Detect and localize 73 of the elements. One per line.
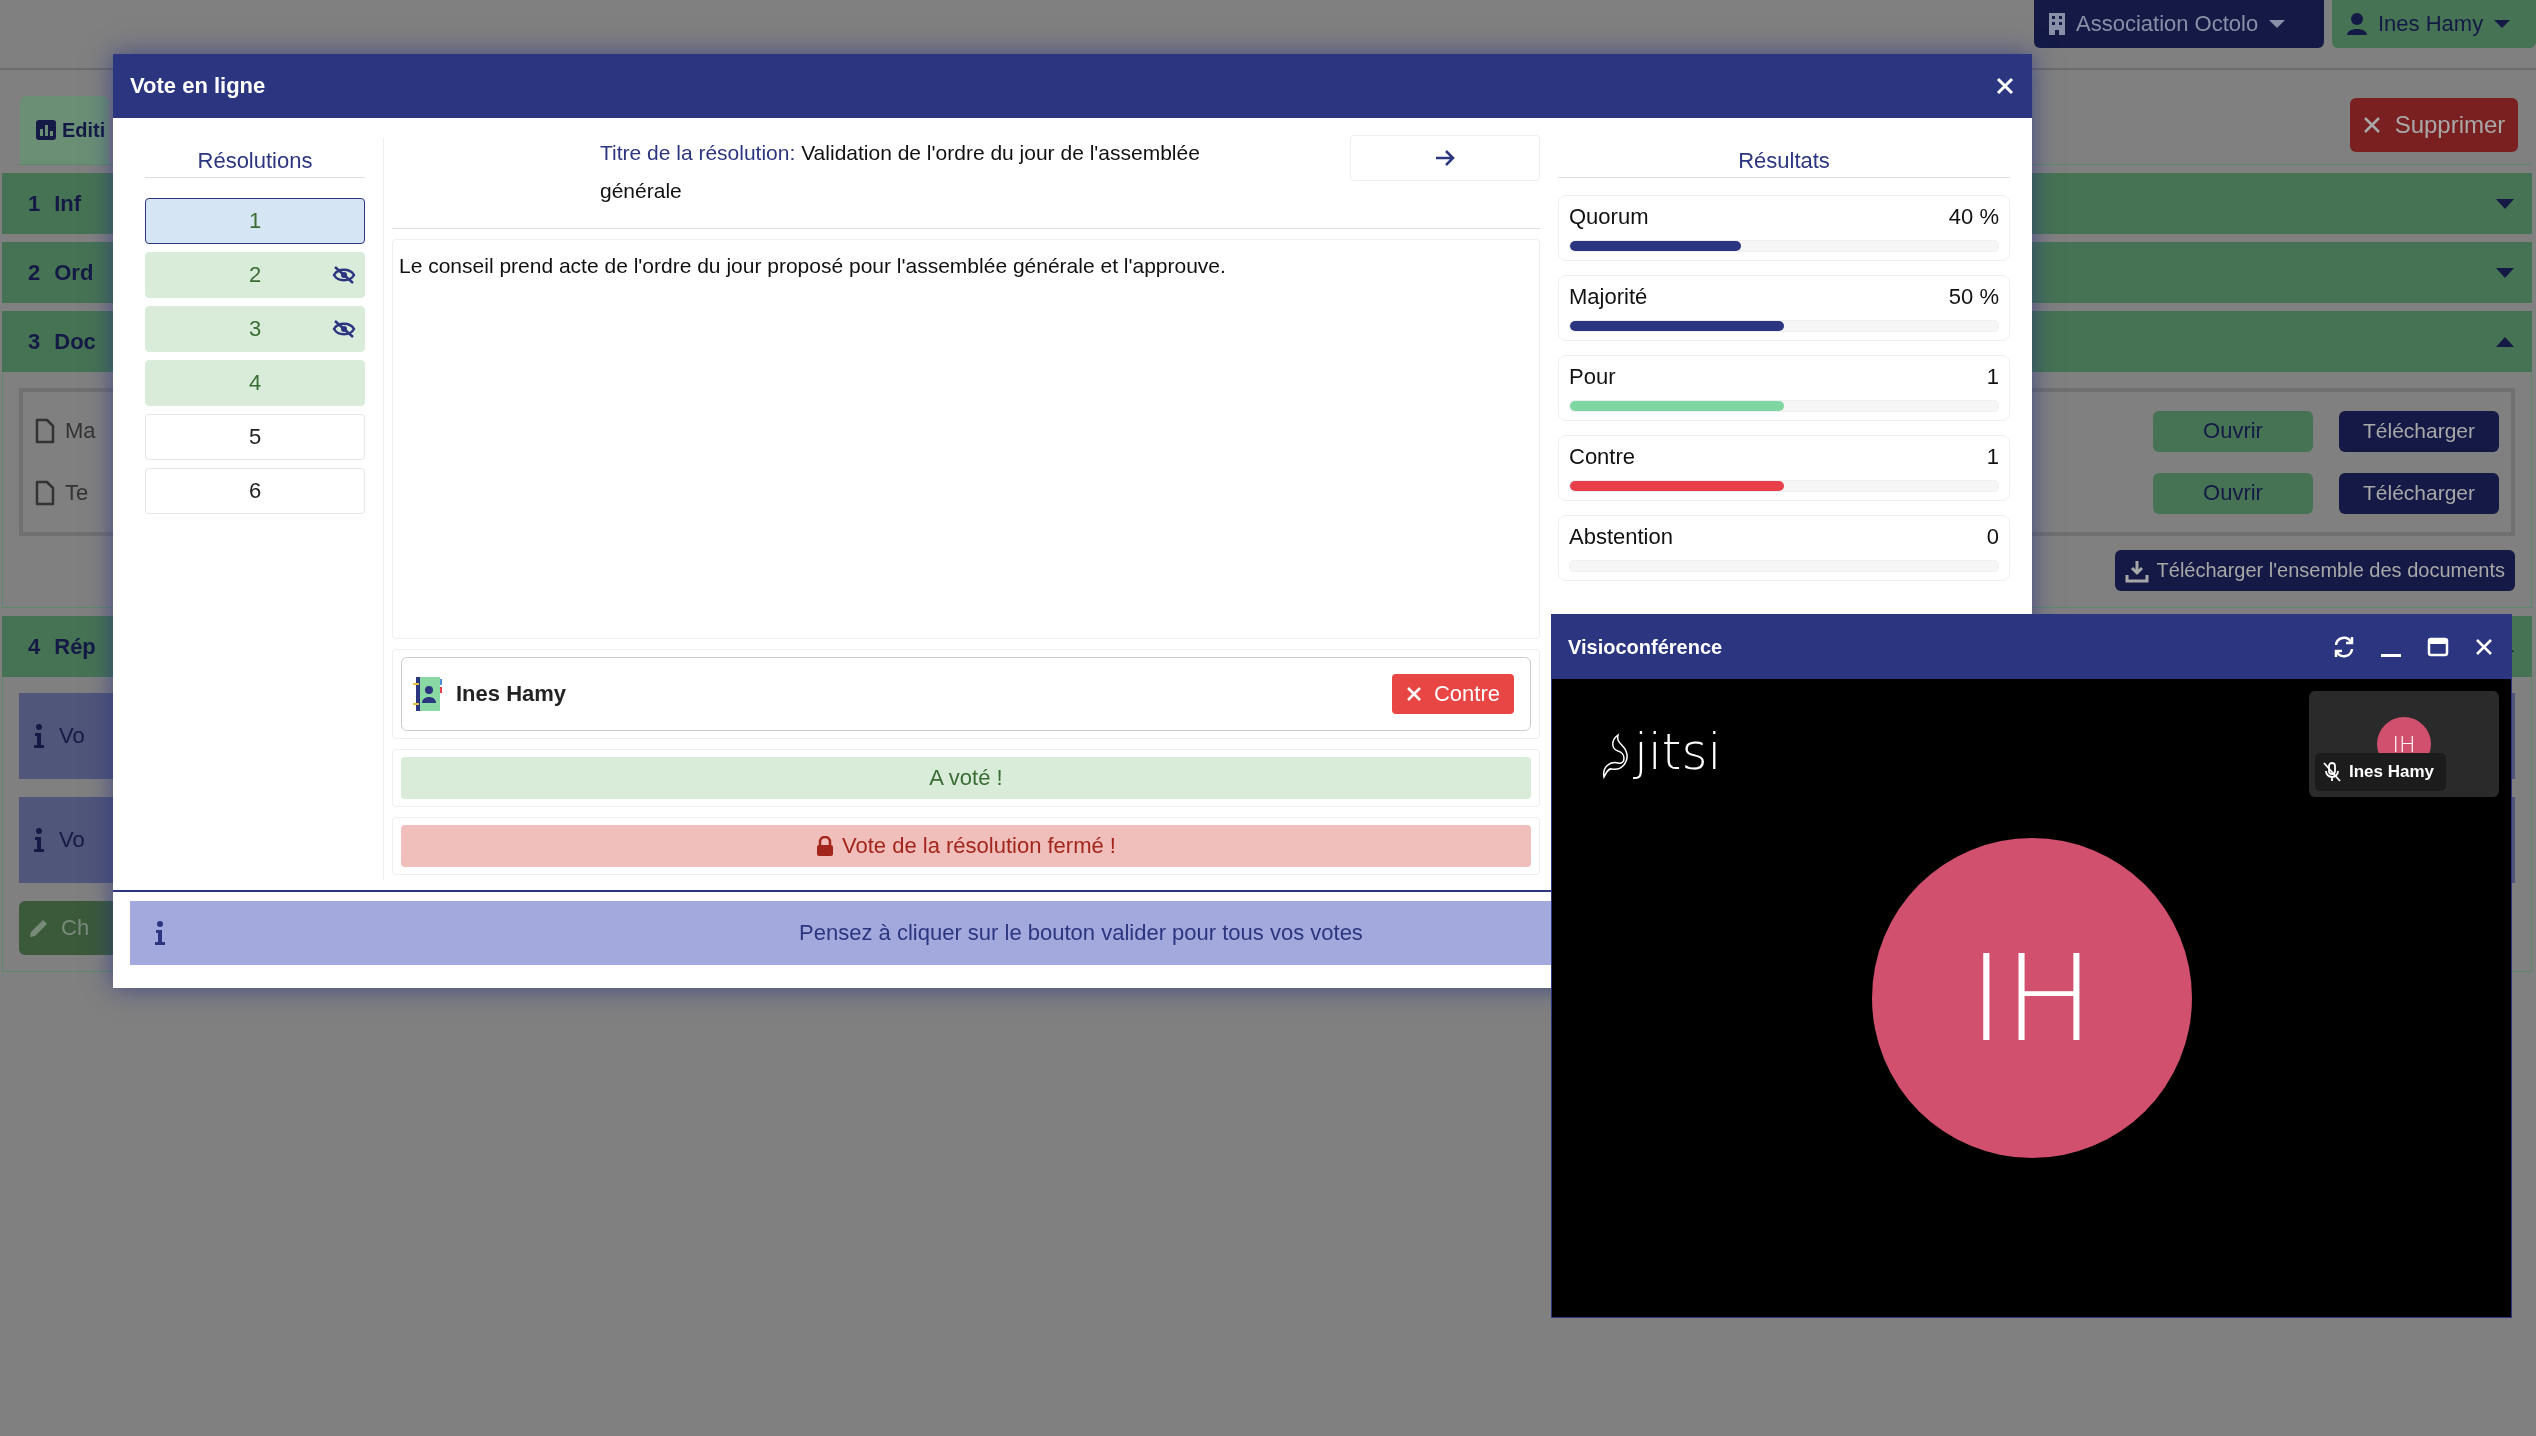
document-name: Ma: [65, 418, 96, 444]
edit-tab[interactable]: Editi: [20, 96, 110, 164]
result-label: Abstention: [1569, 524, 1673, 550]
caret-down-icon: [2268, 19, 2287, 29]
notice-text: Vo: [59, 723, 85, 749]
section-title: Rép: [54, 633, 96, 660]
result-value: 0: [1986, 524, 1999, 550]
participant-tile[interactable]: IH Ines Hamy: [2309, 691, 2499, 797]
column-heading: Résultats: [1558, 138, 2010, 178]
resolution-item[interactable]: 1: [145, 198, 365, 244]
building-icon: [2048, 12, 2066, 36]
vote-choice-button[interactable]: Contre: [1391, 674, 1514, 714]
download-button[interactable]: Télécharger: [2339, 410, 2499, 452]
result-value: 40 %: [1948, 204, 1999, 230]
resolution-item[interactable]: 4: [145, 360, 365, 406]
result-label: Contre: [1569, 444, 1636, 470]
result-label: Pour: [1569, 364, 1616, 390]
window-title: Visioconférence: [1568, 635, 1724, 659]
open-button[interactable]: Ouvrir: [2153, 472, 2313, 514]
result-label: Quorum: [1569, 204, 1649, 230]
dialog-title: Vote en ligne: [130, 73, 266, 99]
open-button[interactable]: Ouvrir: [2153, 410, 2313, 452]
section-title: Ord: [54, 259, 94, 286]
window-icon: [2427, 636, 2449, 658]
resolution-item[interactable]: 5: [145, 414, 365, 460]
result-label: Majorité: [1569, 284, 1648, 310]
resolution-description: Le conseil prend acte de l'ordre du jour proposé pour l'assemblée générale et l'approuve.: [392, 239, 1540, 639]
result-value: 1: [1986, 364, 1999, 390]
speaker-avatar: IH: [1871, 838, 2192, 1158]
file-icon: [35, 418, 55, 444]
close-icon: [1996, 77, 2014, 95]
voted-message: A voté !: [401, 757, 1531, 799]
resolution-item[interactable]: 6: [145, 468, 365, 514]
closed-message: Vote de la résolution fermé !: [401, 825, 1531, 867]
section-title: Inf: [54, 190, 82, 217]
participant-label: Ines Hamy: [2315, 753, 2447, 791]
resolution-item[interactable]: 3: [145, 306, 365, 352]
close-icon: [2362, 116, 2381, 134]
arrow-right-icon: [1435, 149, 1455, 167]
refresh-icon: [2333, 636, 2355, 658]
notice-text: Vo: [59, 827, 85, 853]
logo-text: jitsi: [1634, 723, 1722, 781]
section-title: Doc: [54, 328, 96, 355]
section-number: 2: [28, 259, 41, 286]
minimize-icon: [2381, 653, 2401, 657]
section-number: 1: [28, 190, 41, 217]
info-text: Pensez à cliquer sur le bouton valider pour tous vos votes: [798, 920, 1364, 946]
info-icon: [154, 920, 166, 946]
chart-icon: [36, 120, 56, 140]
resolution-item[interactable]: 2: [145, 252, 365, 298]
resolution-title: Titre de la résolution: Validation de l'ordre du jour de l'assemblée générale: [600, 140, 1201, 204]
file-icon: [35, 480, 55, 506]
lock-icon: [816, 836, 835, 856]
info-icon: [33, 827, 45, 853]
voter-name: Ines Hamy: [456, 681, 568, 707]
delete-button[interactable]: Supprimer: [2350, 98, 2518, 152]
download-icon: [2124, 558, 2149, 583]
contact-book-icon: [412, 675, 442, 713]
section-number: 3: [28, 328, 41, 355]
section-number: 4: [28, 633, 41, 660]
close-icon: [2475, 638, 2493, 656]
result-value: 50 %: [1948, 284, 1999, 310]
info-icon: [33, 723, 45, 749]
download-button[interactable]: Télécharger: [2339, 472, 2499, 514]
user-button[interactable]: Ines Hamy: [2332, 0, 2536, 48]
result-value: 1: [1986, 444, 1999, 470]
document-name: Te: [65, 480, 89, 506]
download-all-button[interactable]: Télécharger l'ensemble des documents: [2114, 550, 2515, 591]
close-icon: [1405, 686, 1422, 702]
user-icon: [2346, 12, 2368, 36]
column-heading: Résolutions: [145, 138, 365, 178]
organization-button[interactable]: Association Octolo: [2034, 0, 2324, 48]
caret-down-icon: [2493, 19, 2512, 29]
